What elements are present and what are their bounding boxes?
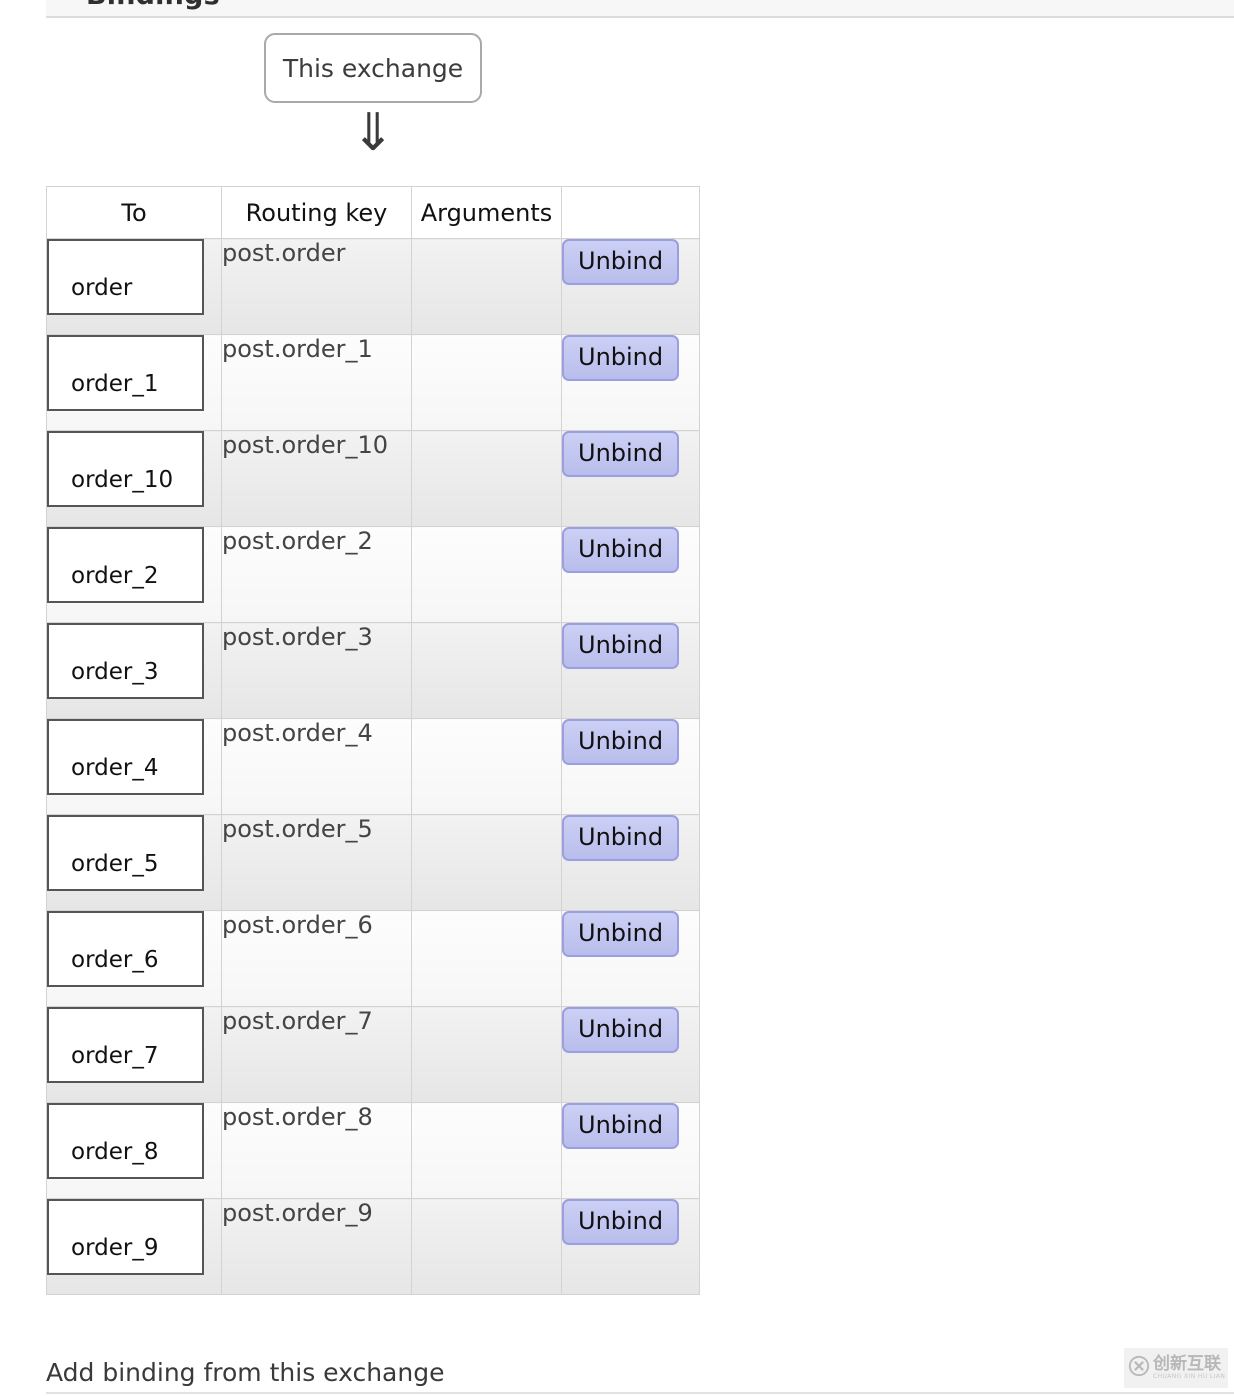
cell-action: Unbind (561, 334, 700, 431)
divider (46, 1392, 1234, 1394)
cell-arguments (411, 1006, 562, 1103)
cell-arguments (411, 526, 562, 623)
double-down-arrow-icon: ⇓ (351, 103, 395, 163)
table-row: order_5 post.order_5 Unbind (46, 814, 700, 911)
cell-to: order_4 (46, 718, 222, 815)
queue-link[interactable]: order_2 (47, 527, 204, 603)
cell-to: order_1 (46, 334, 222, 431)
cell-arguments (411, 910, 562, 1007)
cell-action: Unbind (561, 1102, 700, 1199)
queue-link[interactable]: order_7 (47, 1007, 204, 1083)
cell-arguments (411, 718, 562, 815)
queue-link[interactable]: order_10 (47, 431, 204, 507)
cell-action: Unbind (561, 622, 700, 719)
queue-link[interactable]: order_3 (47, 623, 204, 699)
cell-to: order_10 (46, 430, 222, 527)
column-header-to[interactable]: To (46, 186, 222, 239)
cell-routing-key: post.order_10 (221, 430, 412, 527)
cell-routing-key: post.order_8 (221, 1102, 412, 1199)
cell-arguments (411, 334, 562, 431)
cell-routing-key: post.order_2 (221, 526, 412, 623)
unbind-button[interactable]: Unbind (562, 239, 680, 285)
cell-action: Unbind (561, 718, 700, 815)
page-title: Bindings (86, 0, 220, 11)
table-header-row: To Routing key Arguments (46, 186, 700, 239)
unbind-button[interactable]: Unbind (562, 335, 680, 381)
cell-arguments (411, 622, 562, 719)
unbind-button[interactable]: Unbind (562, 815, 680, 861)
cell-routing-key: post.order_7 (221, 1006, 412, 1103)
table-row: order_1 post.order_1 Unbind (46, 334, 700, 431)
cell-action: Unbind (561, 238, 700, 335)
cell-action: Unbind (561, 430, 700, 527)
cell-to: order_7 (46, 1006, 222, 1103)
cell-to: order_8 (46, 1102, 222, 1199)
queue-link[interactable]: order_9 (47, 1199, 204, 1275)
add-binding-section-title[interactable]: Add binding from this exchange (46, 1358, 444, 1387)
table-row: order_2 post.order_2 Unbind (46, 526, 700, 623)
unbind-button[interactable]: Unbind (562, 719, 680, 765)
cell-routing-key: post.order_3 (221, 622, 412, 719)
cell-to: order_3 (46, 622, 222, 719)
unbind-button[interactable]: Unbind (562, 431, 680, 477)
column-header-routing-key[interactable]: Routing key (221, 186, 412, 239)
unbind-button[interactable]: Unbind (562, 911, 680, 957)
watermark: 创新互联 CHUANG XIN HU LIAN (1124, 1348, 1228, 1388)
table-row: order_10 post.order_10 Unbind (46, 430, 700, 527)
this-exchange-node: This exchange (264, 33, 482, 103)
this-exchange-label: This exchange (282, 53, 464, 83)
cell-action: Unbind (561, 1006, 700, 1103)
cell-routing-key: post.order (221, 238, 412, 335)
cell-routing-key: post.order_6 (221, 910, 412, 1007)
cell-action: Unbind (561, 814, 700, 911)
cell-routing-key: post.order_1 (221, 334, 412, 431)
watermark-text-cn: 创新互联 (1153, 1354, 1221, 1374)
cell-to: order (46, 238, 222, 335)
cell-arguments (411, 1198, 562, 1295)
cell-arguments (411, 430, 562, 527)
queue-link[interactable]: order_4 (47, 719, 204, 795)
table-row: order post.order Unbind (46, 238, 700, 335)
cell-routing-key: post.order_5 (221, 814, 412, 911)
cell-to: order_6 (46, 910, 222, 1007)
queue-link[interactable]: order_5 (47, 815, 204, 891)
watermark-text-pinyin: CHUANG XIN HU LIAN (1153, 1373, 1226, 1380)
unbind-button[interactable]: Unbind (562, 1007, 680, 1053)
table-row: order_6 post.order_6 Unbind (46, 910, 700, 1007)
table-row: order_7 post.order_7 Unbind (46, 1006, 700, 1103)
cell-routing-key: post.order_4 (221, 718, 412, 815)
table-row: order_3 post.order_3 Unbind (46, 622, 700, 719)
bindings-section-header[interactable]: Bindings (46, 0, 1234, 18)
cell-arguments (411, 814, 562, 911)
cell-action: Unbind (561, 1198, 700, 1295)
cell-arguments (411, 238, 562, 335)
cell-action: Unbind (561, 526, 700, 623)
queue-link[interactable]: order (47, 239, 204, 315)
table-row: order_9 post.order_9 Unbind (46, 1198, 700, 1295)
queue-link[interactable]: order_6 (47, 911, 204, 987)
table-row: order_4 post.order_4 Unbind (46, 718, 700, 815)
unbind-button[interactable]: Unbind (562, 1103, 680, 1149)
cell-arguments (411, 1102, 562, 1199)
table-row: order_8 post.order_8 Unbind (46, 1102, 700, 1199)
bindings-table: To Routing key Arguments order post.order… (46, 186, 700, 1295)
cell-to: order_2 (46, 526, 222, 623)
bindings-page: Bindings This exchange ⇓ To Routing key … (0, 0, 1234, 1396)
queue-link[interactable]: order_1 (47, 335, 204, 411)
unbind-button[interactable]: Unbind (562, 1199, 680, 1245)
circled-x-logo-icon (1128, 1355, 1150, 1381)
column-header-actions (561, 186, 700, 239)
column-header-arguments[interactable]: Arguments (411, 186, 562, 239)
cell-routing-key: post.order_9 (221, 1198, 412, 1295)
unbind-button[interactable]: Unbind (562, 527, 680, 573)
cell-action: Unbind (561, 910, 700, 1007)
cell-to: order_9 (46, 1198, 222, 1295)
unbind-button[interactable]: Unbind (562, 623, 680, 669)
queue-link[interactable]: order_8 (47, 1103, 204, 1179)
cell-to: order_5 (46, 814, 222, 911)
